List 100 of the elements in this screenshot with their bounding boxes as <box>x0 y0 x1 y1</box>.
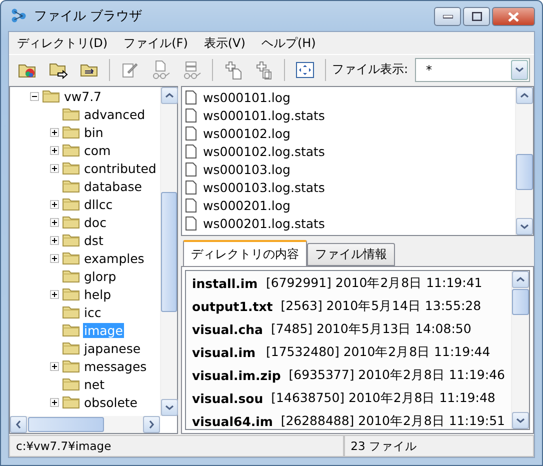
scrollbar-thumb[interactable] <box>161 192 177 312</box>
folder-icon <box>62 233 80 247</box>
document-icon <box>185 216 197 230</box>
scrollbar-thumb[interactable] <box>28 417 104 432</box>
scroll-up-button[interactable] <box>516 87 533 104</box>
document-icon <box>185 198 197 212</box>
folder-icon <box>62 197 80 211</box>
tree-item[interactable]: doc <box>83 214 108 230</box>
scroll-down-button[interactable] <box>161 399 178 416</box>
file-name[interactable]: ws000201.log <box>203 198 290 212</box>
tree-item[interactable]: net <box>83 376 106 392</box>
tree-item[interactable]: dst <box>83 232 104 248</box>
file-name[interactable]: ws000201.log.stats <box>203 216 325 230</box>
scroll-up-button[interactable] <box>161 87 178 104</box>
collapse-icon[interactable] <box>30 92 39 100</box>
folder-icon <box>62 161 80 175</box>
folder-icon <box>62 395 80 409</box>
status-path: c:¥vw7.7¥image <box>9 435 344 457</box>
folder-icon <box>62 125 80 139</box>
file-info: [26288488] 2010年2月8日 11:19:51 <box>280 413 505 429</box>
folder-icon <box>62 377 80 391</box>
tree-item[interactable]: database <box>83 178 143 194</box>
minimize-icon <box>442 14 452 18</box>
folder-icon <box>42 89 60 103</box>
status-count: 23 ファイル <box>344 435 534 457</box>
scroll-up-button[interactable] <box>512 271 529 288</box>
expand-icon[interactable] <box>50 218 59 226</box>
tree-item[interactable]: japanese <box>83 340 142 356</box>
list-glasses-icon <box>182 60 202 80</box>
folder-icon <box>62 323 80 337</box>
file-info: [7485] 2010年5月13日 14:08:50 <box>270 321 472 338</box>
window-title: ファイル ブラウザ <box>34 8 144 25</box>
expand-icon[interactable] <box>50 290 59 298</box>
tree-item[interactable]: advanced <box>83 106 146 122</box>
filter-dropdown[interactable]: * <box>415 58 530 82</box>
add-copy-icon <box>254 60 274 80</box>
document-icon <box>185 162 197 176</box>
close-button[interactable] <box>492 7 535 26</box>
file-info: [17532480] 2010年2月8日 11:19:44 <box>266 344 490 361</box>
tree-item[interactable]: contributed <box>83 160 158 176</box>
expand-icon[interactable] <box>50 128 59 136</box>
folder-icon <box>62 143 80 157</box>
document-icon <box>185 90 197 104</box>
file-name[interactable]: ws000103.log.stats <box>203 180 325 194</box>
scrollbar-thumb[interactable] <box>512 289 529 315</box>
tree-item[interactable]: glorp <box>83 268 118 284</box>
file-info: [14638750] 2010年2月8日 11:19:48 <box>271 390 496 407</box>
scrollbar-thumb[interactable] <box>516 154 533 190</box>
expand-icon[interactable] <box>50 200 59 208</box>
file-name: visual.cha <box>192 322 263 337</box>
tree-item[interactable]: vw7.7 <box>63 88 102 104</box>
expand-icon[interactable] <box>50 362 59 370</box>
tree-item[interactable]: dllcc <box>83 196 114 212</box>
expand-icon[interactable] <box>50 398 59 406</box>
fit-window-icon <box>295 60 315 80</box>
add-document-icon <box>223 60 243 80</box>
scroll-down-button[interactable] <box>516 218 533 235</box>
folder-icon <box>62 251 80 265</box>
app-icon <box>10 7 28 25</box>
document-icon <box>185 126 197 140</box>
folder-icon <box>62 287 80 301</box>
document-icon <box>185 108 197 122</box>
menu-item[interactable]: ディレクトリ(D) <box>11 34 114 52</box>
file-info: [2563] 2010年5月14日 13:55:28 <box>280 298 482 315</box>
folder-icon <box>62 269 80 283</box>
maximize-icon <box>472 12 482 21</box>
maximize-button[interactable] <box>463 7 490 26</box>
tree-item[interactable]: icc <box>83 304 102 320</box>
scroll-right-button[interactable] <box>143 416 160 433</box>
scroll-left-button[interactable] <box>10 416 27 433</box>
tab[interactable]: ディレクトリの内容 <box>183 240 307 266</box>
filter-label: ファイル表示: <box>332 61 408 78</box>
tree-item[interactable]: examples <box>83 250 146 266</box>
tree-item[interactable]: messages <box>83 358 148 374</box>
file-name: install.im <box>192 276 258 291</box>
file-name: visual.im <box>192 345 257 360</box>
tree-item[interactable]: help <box>83 286 112 302</box>
menu-item[interactable]: ファイル(F) <box>118 34 194 52</box>
file-name[interactable]: ws000101.log.stats <box>203 108 325 122</box>
file-name[interactable]: ws000102.log.stats <box>203 144 325 158</box>
menu-item[interactable]: 表示(V) <box>198 34 252 52</box>
tree-item[interactable]: obsolete <box>83 394 138 410</box>
tree-item[interactable]: com <box>83 142 112 158</box>
file-info: [6935377] 2010年2月8日 11:19:46 <box>288 367 505 384</box>
dropdown-button[interactable] <box>511 60 528 80</box>
menu-item[interactable]: ヘルプ(H) <box>255 34 322 52</box>
minimize-button[interactable] <box>434 7 461 26</box>
expand-icon[interactable] <box>50 146 59 154</box>
scroll-down-button[interactable] <box>512 412 529 429</box>
tree-item[interactable]: bin <box>83 124 104 140</box>
expand-icon[interactable] <box>50 254 59 262</box>
file-name[interactable]: ws000103.log <box>203 162 290 176</box>
expand-icon[interactable] <box>50 236 59 244</box>
file-name[interactable]: ws000102.log <box>203 126 290 140</box>
file-name[interactable]: ws000101.log <box>203 90 290 104</box>
folder-icon <box>62 179 80 193</box>
expand-icon[interactable] <box>50 164 59 172</box>
folder-icon <box>62 305 80 319</box>
file-name: visual.im.zip <box>192 368 281 383</box>
tab[interactable]: ファイル情報 <box>307 243 395 266</box>
